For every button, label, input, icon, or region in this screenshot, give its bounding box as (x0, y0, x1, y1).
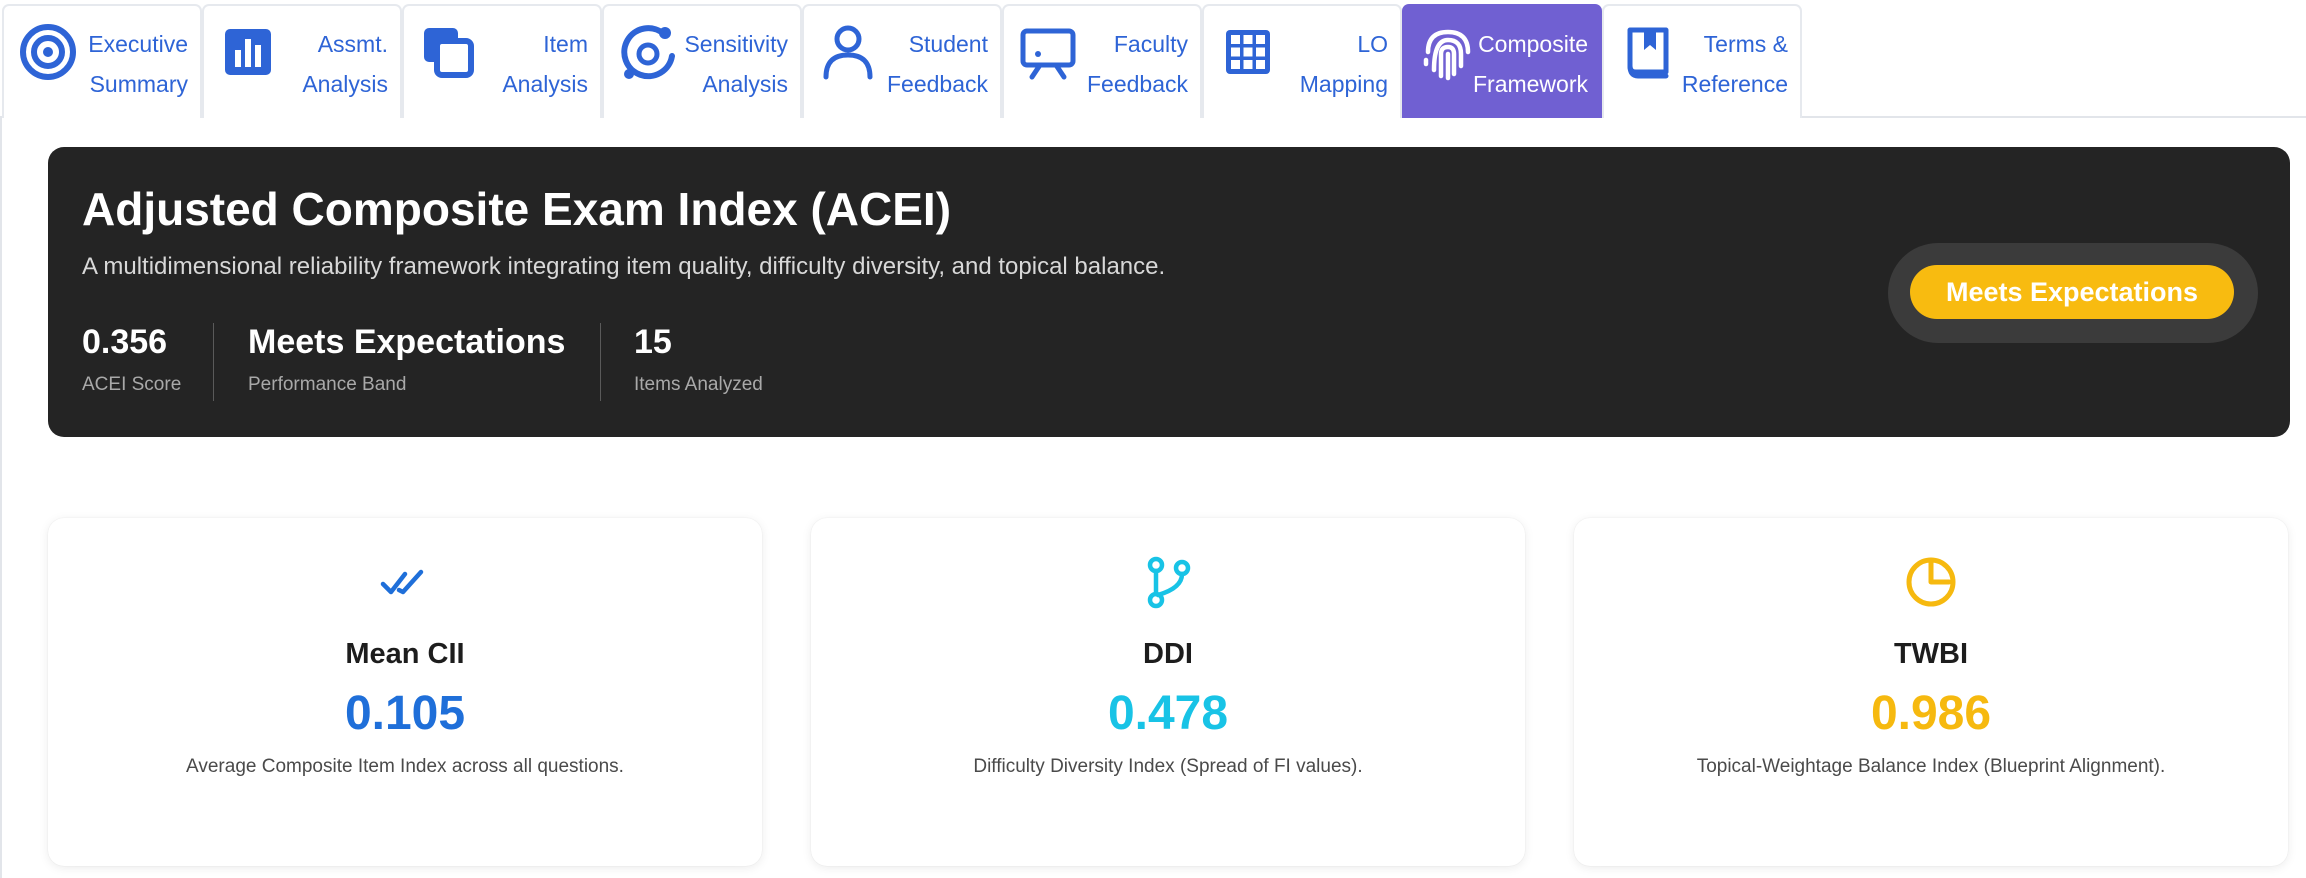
bookmark-book-icon (1618, 22, 1678, 82)
tab-item-analysis[interactable]: Item Analysis (402, 4, 602, 118)
card-value: 0.986 (1870, 687, 1992, 740)
card-description: Topical-Weightage Balance Index (Bluepri… (1696, 756, 2166, 777)
stat-divider (600, 323, 601, 401)
tab-label: Item Analysis (502, 31, 588, 97)
page-subtitle: A multidimensional reliability framework… (82, 253, 1166, 280)
status-badge-container: Meets Expectations (1888, 243, 2258, 343)
stat-performance-band: Meets Expectations Performance Band (248, 323, 565, 396)
fingerprint-icon (1418, 22, 1478, 82)
stat-items-analyzed: 15 Items Analyzed (634, 323, 763, 396)
target-icon (18, 22, 78, 82)
double-check-icon (377, 554, 433, 610)
metric-card-mean-cii: Mean CII 0.105 Average Composite Item In… (48, 518, 762, 866)
tab-faculty-feedback[interactable]: Faculty Feedback (1002, 4, 1202, 118)
tab-executive-summary[interactable]: Executive Summary (2, 4, 202, 118)
metric-card-twbi: TWBI 0.986 Topical-Weightage Balance Ind… (1574, 518, 2288, 866)
tab-terms-reference[interactable]: Terms & Reference (1602, 4, 1802, 118)
tab-lo-mapping[interactable]: LO Mapping (1202, 4, 1402, 118)
tab-label: Sensitivity Analysis (684, 31, 788, 97)
tab-assessment-analysis[interactable]: Assmt. Analysis (202, 4, 402, 118)
acei-hero-banner: Adjusted Composite Exam Index (ACEI) A m… (48, 147, 2290, 437)
page-title: Adjusted Composite Exam Index (ACEI) (82, 183, 952, 235)
tab-label: Composite Framework (1472, 31, 1588, 97)
card-title: TWBI (1893, 638, 1969, 670)
stat-value: 15 (634, 323, 672, 361)
tab-label: Terms & Reference (1681, 31, 1788, 97)
presentation-board-icon (1018, 22, 1078, 82)
bar-chart-icon (218, 22, 278, 82)
stat-divider (213, 323, 214, 401)
branch-icon (1140, 554, 1196, 610)
stat-label: ACEI Score (82, 374, 182, 395)
status-badge[interactable]: Meets Expectations (1910, 265, 2234, 319)
tab-label: LO Mapping (1299, 31, 1388, 97)
stat-value: Meets Expectations (248, 323, 566, 361)
tab-composite-framework[interactable]: Composite Framework (1402, 4, 1602, 118)
card-description: Difficulty Diversity Index (Spread of FI… (973, 756, 1363, 777)
tab-label: Executive Summary (88, 31, 188, 97)
stat-acei-score: 0.356 ACEI Score (82, 323, 181, 396)
card-title: DDI (1143, 638, 1193, 670)
tab-label: Assmt. Analysis (302, 31, 388, 97)
orbit-icon (618, 22, 678, 82)
card-value: 0.105 (344, 687, 466, 740)
person-icon (818, 22, 878, 82)
card-title: Mean CII (345, 638, 465, 670)
grid-icon (1218, 22, 1278, 82)
pie-chart-icon (1903, 554, 1959, 610)
tab-sensitivity-analysis[interactable]: Sensitivity Analysis (602, 4, 802, 118)
stat-label: Items Analyzed (634, 374, 763, 395)
tab-label: Student Feedback (886, 31, 988, 97)
tab-label: Faculty Feedback (1086, 31, 1188, 97)
card-description: Average Composite Item Index across all … (186, 756, 624, 777)
stat-label: Performance Band (248, 374, 407, 395)
tab-bar: Executive Summary Assmt. Analysis Item Anal… (0, 0, 2306, 118)
stacked-squares-icon (418, 22, 478, 82)
card-value: 0.478 (1107, 687, 1229, 740)
stat-value: 0.356 (82, 323, 168, 361)
tab-student-feedback[interactable]: Student Feedback (802, 4, 1002, 118)
metric-card-ddi: DDI 0.478 Difficulty Diversity Index (Sp… (811, 518, 1525, 866)
